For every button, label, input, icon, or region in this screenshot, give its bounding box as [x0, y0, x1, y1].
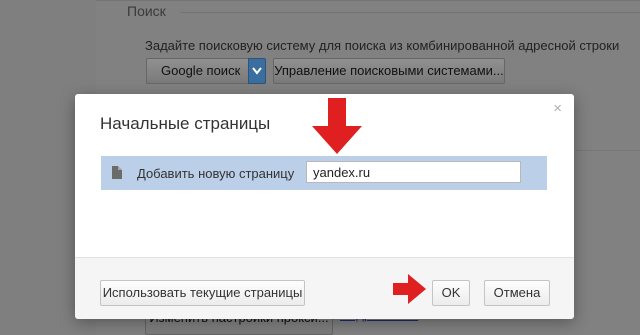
- search-section-title: Поиск: [127, 3, 166, 19]
- dialog-footer: Использовать текущие страницы OK Отмена: [75, 257, 574, 319]
- down-arrow-icon: [312, 98, 362, 154]
- use-current-pages-button[interactable]: Использовать текущие страницы: [100, 280, 305, 306]
- page-url-input[interactable]: [306, 161, 521, 183]
- section-divider: [180, 12, 640, 13]
- page-icon: [112, 166, 122, 182]
- chevron-down-icon[interactable]: [248, 58, 266, 84]
- divider: [96, 0, 640, 1]
- manage-search-engines-button[interactable]: Управление поисковыми системами...: [273, 58, 505, 84]
- dialog-title: Начальные страницы: [100, 114, 271, 133]
- divider: [576, 150, 640, 151]
- add-page-label: Добавить новую страницу: [137, 166, 295, 181]
- close-icon[interactable]: ×: [553, 101, 562, 116]
- cancel-button[interactable]: Отмена: [484, 280, 550, 306]
- search-engine-select-value: Google поиск: [161, 63, 241, 78]
- add-page-row[interactable]: Добавить новую страницу: [101, 156, 547, 190]
- search-engine-select[interactable]: Google поиск: [146, 58, 266, 84]
- ok-button[interactable]: OK: [432, 280, 470, 306]
- right-arrow-icon: [393, 274, 426, 304]
- search-description: Задайте поисковую систему для поиска из …: [145, 38, 620, 53]
